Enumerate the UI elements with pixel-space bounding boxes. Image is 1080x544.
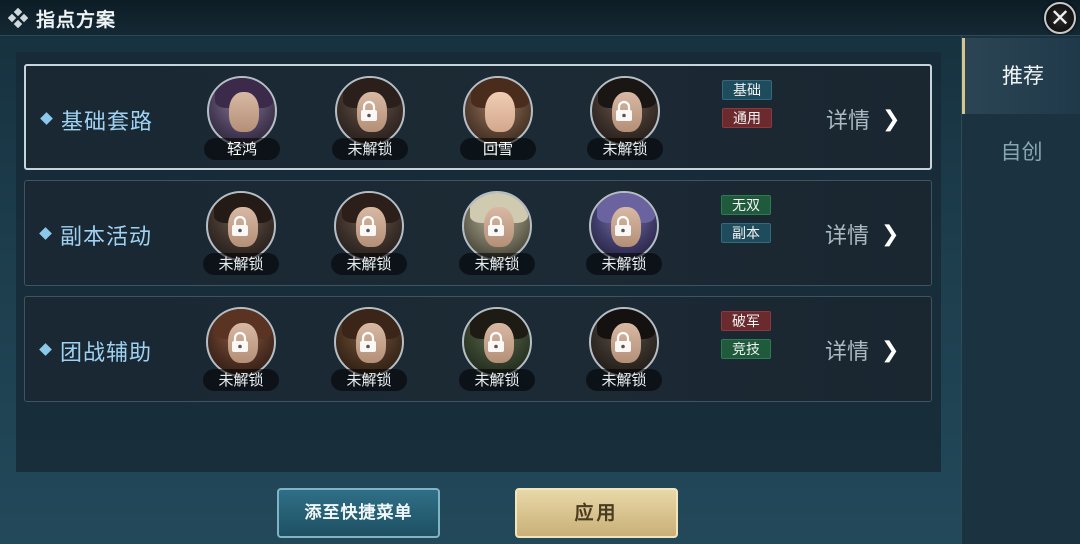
- side-tab-bar: 推荐 自创: [961, 36, 1080, 544]
- scheme-tag: 通用: [722, 108, 772, 128]
- hero-slot[interactable]: 未解锁: [331, 307, 407, 397]
- hero-slot[interactable]: 未解锁: [586, 307, 662, 397]
- scheme-row-basic[interactable]: 基础套路 轻鸿 未解锁 回雪 未解锁 基础 通用 详情 ❯: [24, 64, 932, 170]
- hero-slot[interactable]: 未解锁: [587, 76, 663, 166]
- chevron-right-icon: ❯: [881, 221, 900, 247]
- hero-slot[interactable]: 轻鸿: [204, 76, 280, 166]
- detail-button[interactable]: 详情 ❯: [826, 104, 906, 135]
- diamond-bullet-icon: [40, 112, 53, 125]
- detail-label: 详情: [826, 109, 871, 134]
- hero-label: 回雪: [460, 138, 536, 160]
- add-to-quick-menu-button[interactable]: 添至快捷菜单: [277, 488, 440, 538]
- hero-slot[interactable]: 未解锁: [459, 307, 535, 397]
- hero-label: 未解锁: [586, 253, 662, 275]
- scheme-tag: 破军: [721, 311, 771, 331]
- scheme-tag: 副本: [721, 223, 771, 243]
- tab-custom[interactable]: 自创: [962, 114, 1080, 190]
- hero-portrait: [207, 76, 277, 146]
- tab-recommended[interactable]: 推荐: [962, 38, 1080, 114]
- scheme-tag: 基础: [722, 80, 772, 100]
- lock-icon: [232, 331, 248, 352]
- hero-slot[interactable]: 未解锁: [331, 191, 407, 281]
- hero-slot[interactable]: 未解锁: [332, 76, 408, 166]
- lock-icon: [615, 331, 631, 352]
- lock-icon: [616, 100, 632, 121]
- lock-icon: [615, 215, 631, 236]
- hero-label: 未解锁: [332, 138, 408, 160]
- lock-icon: [360, 215, 376, 236]
- detail-label: 详情: [825, 224, 870, 249]
- hero-slot[interactable]: 未解锁: [586, 191, 662, 281]
- scheme-name: 团战辅助: [60, 341, 153, 366]
- diamond-knot-icon: [8, 8, 28, 28]
- lock-icon: [360, 331, 376, 352]
- hero-label: 未解锁: [587, 138, 663, 160]
- lock-icon: [232, 215, 248, 236]
- window-title: 指点方案: [36, 9, 117, 31]
- scheme-name: 基础套路: [61, 110, 154, 135]
- scheme-tag: 无双: [721, 195, 771, 215]
- close-x-icon: ✕: [1049, 4, 1071, 32]
- hero-label: 未解锁: [203, 253, 279, 275]
- chevron-right-icon: ❯: [882, 106, 901, 132]
- hero-label: 未解锁: [586, 369, 662, 391]
- hero-label: 未解锁: [203, 369, 279, 391]
- lock-icon: [488, 331, 504, 352]
- hero-label: 未解锁: [331, 369, 407, 391]
- lock-icon: [361, 100, 377, 121]
- hero-slot[interactable]: 未解锁: [203, 191, 279, 281]
- close-button[interactable]: ✕: [1044, 2, 1076, 34]
- hero-label: 未解锁: [459, 253, 535, 275]
- detail-label: 详情: [825, 340, 870, 365]
- scheme-tag: 竞技: [721, 339, 771, 359]
- apply-button[interactable]: 应用: [515, 488, 678, 538]
- scheme-row-teamfight[interactable]: 团战辅助 未解锁 未解锁 未解锁 未解锁 破军 竞技 详情 ❯: [24, 296, 932, 402]
- detail-button[interactable]: 详情 ❯: [825, 219, 905, 250]
- diamond-bullet-icon: [39, 343, 52, 356]
- hero-label: 轻鸿: [204, 138, 280, 160]
- detail-button[interactable]: 详情 ❯: [825, 335, 905, 366]
- hero-slot[interactable]: 未解锁: [459, 191, 535, 281]
- hero-portrait: [463, 76, 533, 146]
- hero-label: 未解锁: [459, 369, 535, 391]
- title-bar: 指点方案 ✕: [0, 0, 1080, 36]
- hero-slot[interactable]: 回雪: [460, 76, 536, 166]
- lock-icon: [488, 215, 504, 236]
- hero-label: 未解锁: [331, 253, 407, 275]
- scheme-row-dungeon[interactable]: 副本活动 未解锁 未解锁 未解锁 未解锁 无双 副本 详情 ❯: [24, 180, 932, 286]
- scheme-name: 副本活动: [60, 225, 153, 250]
- chevron-right-icon: ❯: [881, 337, 900, 363]
- scheme-list: 基础套路 轻鸿 未解锁 回雪 未解锁 基础 通用 详情 ❯ 副本活动 未解锁 未…: [16, 52, 941, 472]
- hero-slot[interactable]: 未解锁: [203, 307, 279, 397]
- diamond-bullet-icon: [39, 227, 52, 240]
